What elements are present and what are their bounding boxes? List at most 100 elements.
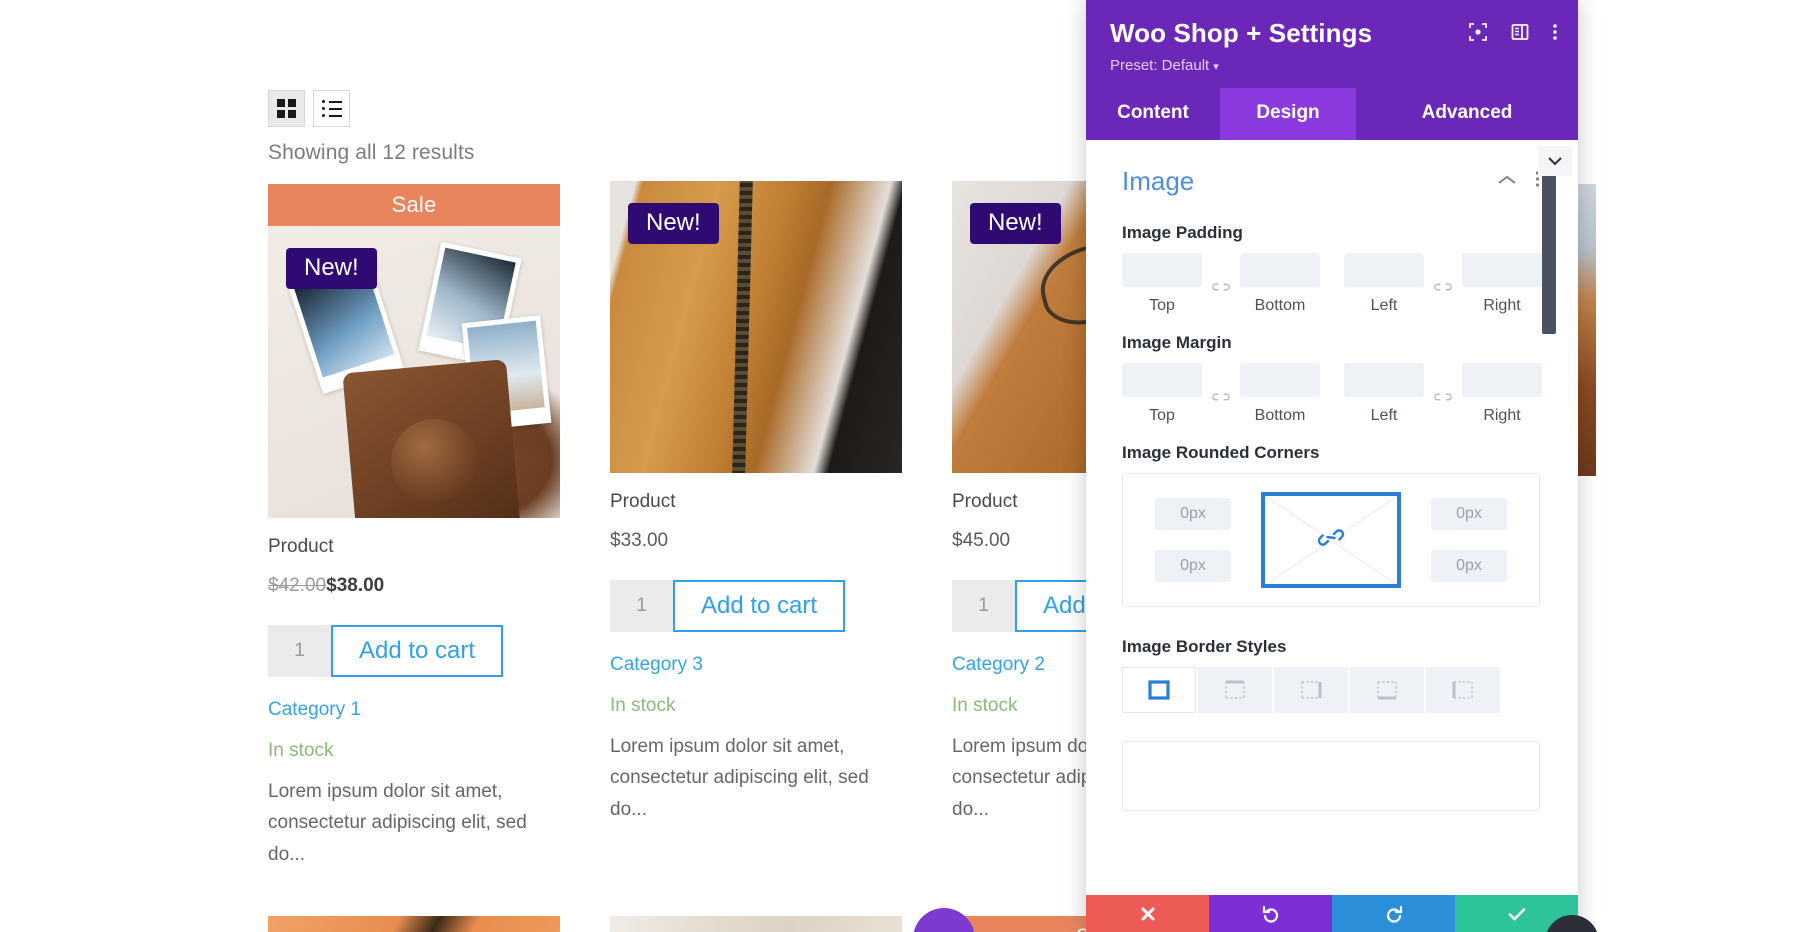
more-vertical-icon[interactable] [1552, 22, 1558, 47]
border-bottom-button[interactable] [1350, 667, 1424, 713]
product-image[interactable]: New! [268, 226, 560, 518]
view-toggle-group [268, 90, 350, 127]
corner-bottom-left-input[interactable]: 0px [1155, 550, 1231, 582]
broken-link-icon[interactable] [1424, 272, 1462, 296]
margin-right-label: Right [1483, 407, 1521, 424]
rounded-corners-control: 0px 0px 0px 0px [1122, 473, 1540, 607]
chevron-down-icon: ▾ [1213, 61, 1219, 73]
stock-status: In stock [610, 695, 676, 716]
corner-link-preview[interactable] [1261, 492, 1401, 588]
border-styles-options [1122, 667, 1540, 713]
preset-label: Preset: Default [1110, 57, 1210, 74]
border-left-button[interactable] [1426, 667, 1500, 713]
product-description: Lorem ipsum dolor sit amet, consectetur … [610, 736, 869, 820]
cart-row: 1 Add to cart [268, 625, 560, 677]
product-name[interactable]: Product [610, 491, 902, 513]
product-image[interactable]: New! [610, 916, 902, 932]
padding-bottom-input[interactable] [1240, 253, 1320, 287]
image-margin-controls: Top Bottom Left Right [1122, 363, 1542, 425]
product-category[interactable]: Category 1 [268, 699, 560, 721]
margin-top-input[interactable] [1122, 363, 1202, 397]
price-original: $42.00 [268, 575, 327, 596]
border-top-button[interactable] [1198, 667, 1272, 713]
new-badge: New! [628, 203, 719, 245]
grid-view-button[interactable] [268, 90, 305, 127]
wood-product-photo [610, 916, 902, 932]
product-card: New! Product $33.00 1 Add to cart Catego… [610, 181, 902, 870]
panel-header: Woo Shop + Settings Preset: Default ▾ [1086, 0, 1578, 88]
panel-header-icons [1468, 22, 1558, 47]
margin-left-input[interactable] [1344, 363, 1424, 397]
results-count: Showing all 12 results [268, 141, 475, 164]
add-to-cart-button[interactable]: Add to cart [331, 625, 504, 677]
cart-row: 1 Add to cart [610, 580, 902, 632]
border-right-button[interactable] [1274, 667, 1348, 713]
preset-selector[interactable]: Preset: Default ▾ [1110, 57, 1554, 74]
margin-bottom-label: Bottom [1254, 407, 1306, 424]
panel-tabs: Content Design Advanced [1086, 88, 1578, 140]
quantity-input[interactable]: 1 [268, 625, 331, 677]
price-sale: $38.00 [326, 575, 385, 596]
padding-left-label: Left [1370, 297, 1398, 314]
product-card: New! [610, 916, 902, 932]
product-image[interactable]: New! [610, 181, 902, 473]
product-price: $42.00$38.00 [268, 575, 560, 597]
panel-action-bar [1086, 895, 1578, 932]
corner-top-right-input[interactable]: 0px [1431, 498, 1507, 530]
tab-advanced[interactable]: Advanced [1356, 88, 1578, 140]
list-view-button[interactable] [313, 90, 350, 127]
product-category[interactable]: Category 3 [610, 654, 902, 676]
rounded-corners-label: Image Rounded Corners [1122, 443, 1320, 462]
chevron-up-icon[interactable] [1497, 173, 1517, 191]
product-description: Lorem ipsum dolor sit amet, consectetur … [268, 781, 527, 865]
product-price: $33.00 [610, 530, 669, 551]
redo-button[interactable] [1332, 895, 1455, 932]
margin-top-label: Top [1149, 407, 1175, 424]
margin-left-label: Left [1370, 407, 1398, 424]
product-card: New! [268, 916, 560, 932]
layout-panel-icon[interactable] [1510, 22, 1530, 47]
margin-right-input[interactable] [1462, 363, 1542, 397]
quantity-input[interactable]: 1 [610, 580, 673, 632]
padding-top-input[interactable] [1122, 253, 1202, 287]
broken-link-icon[interactable] [1202, 382, 1240, 406]
grid-icon [277, 99, 296, 118]
broken-link-icon[interactable] [1202, 272, 1240, 296]
stock-status: In stock [268, 740, 334, 761]
new-badge: New! [970, 203, 1061, 245]
corner-top-left-input[interactable]: 0px [1155, 498, 1231, 530]
padding-top-label: Top [1149, 297, 1175, 314]
panel-scroll-area: Image Image Padding Top Bottom Left Righ… [1086, 140, 1578, 895]
panel-body: Image Image Padding Top Bottom Left Righ… [1086, 140, 1578, 895]
focus-icon[interactable] [1468, 22, 1488, 47]
border-styles-label: Image Border Styles [1122, 637, 1287, 656]
product-image[interactable]: New! [268, 916, 560, 932]
chain-link-icon[interactable] [1316, 527, 1346, 554]
product-name[interactable]: Product [268, 536, 560, 558]
quantity-input[interactable]: 1 [952, 580, 1015, 632]
screen: Showing all 12 results Sale New! Product… [0, 0, 1800, 932]
settings-panel: Woo Shop + Settings Preset: Default ▾ Co… [1086, 0, 1578, 932]
padding-right-input[interactable] [1462, 253, 1542, 287]
margin-bottom-input[interactable] [1240, 363, 1320, 397]
next-setting-placeholder [1122, 741, 1540, 811]
section-actions [1497, 170, 1540, 193]
list-icon [322, 100, 342, 117]
section-title: Image [1122, 166, 1195, 196]
cancel-button[interactable] [1086, 895, 1209, 932]
padding-bottom-label: Bottom [1254, 297, 1306, 314]
broken-link-icon[interactable] [1424, 382, 1462, 406]
panel-scrollbar[interactable] [1542, 154, 1556, 334]
padding-right-label: Right [1483, 297, 1521, 314]
tab-content[interactable]: Content [1086, 88, 1220, 140]
collapse-all-button[interactable] [1538, 146, 1572, 176]
image-section-header: Image [1122, 166, 1540, 197]
undo-button[interactable] [1209, 895, 1332, 932]
corner-bottom-right-input[interactable]: 0px [1431, 550, 1507, 582]
border-all-button[interactable] [1122, 667, 1196, 713]
tab-design[interactable]: Design [1220, 88, 1356, 140]
add-to-cart-button[interactable]: Add to cart [673, 580, 846, 632]
new-badge: New! [286, 248, 377, 290]
image-padding-label: Image Padding [1122, 223, 1243, 242]
padding-left-input[interactable] [1344, 253, 1424, 287]
